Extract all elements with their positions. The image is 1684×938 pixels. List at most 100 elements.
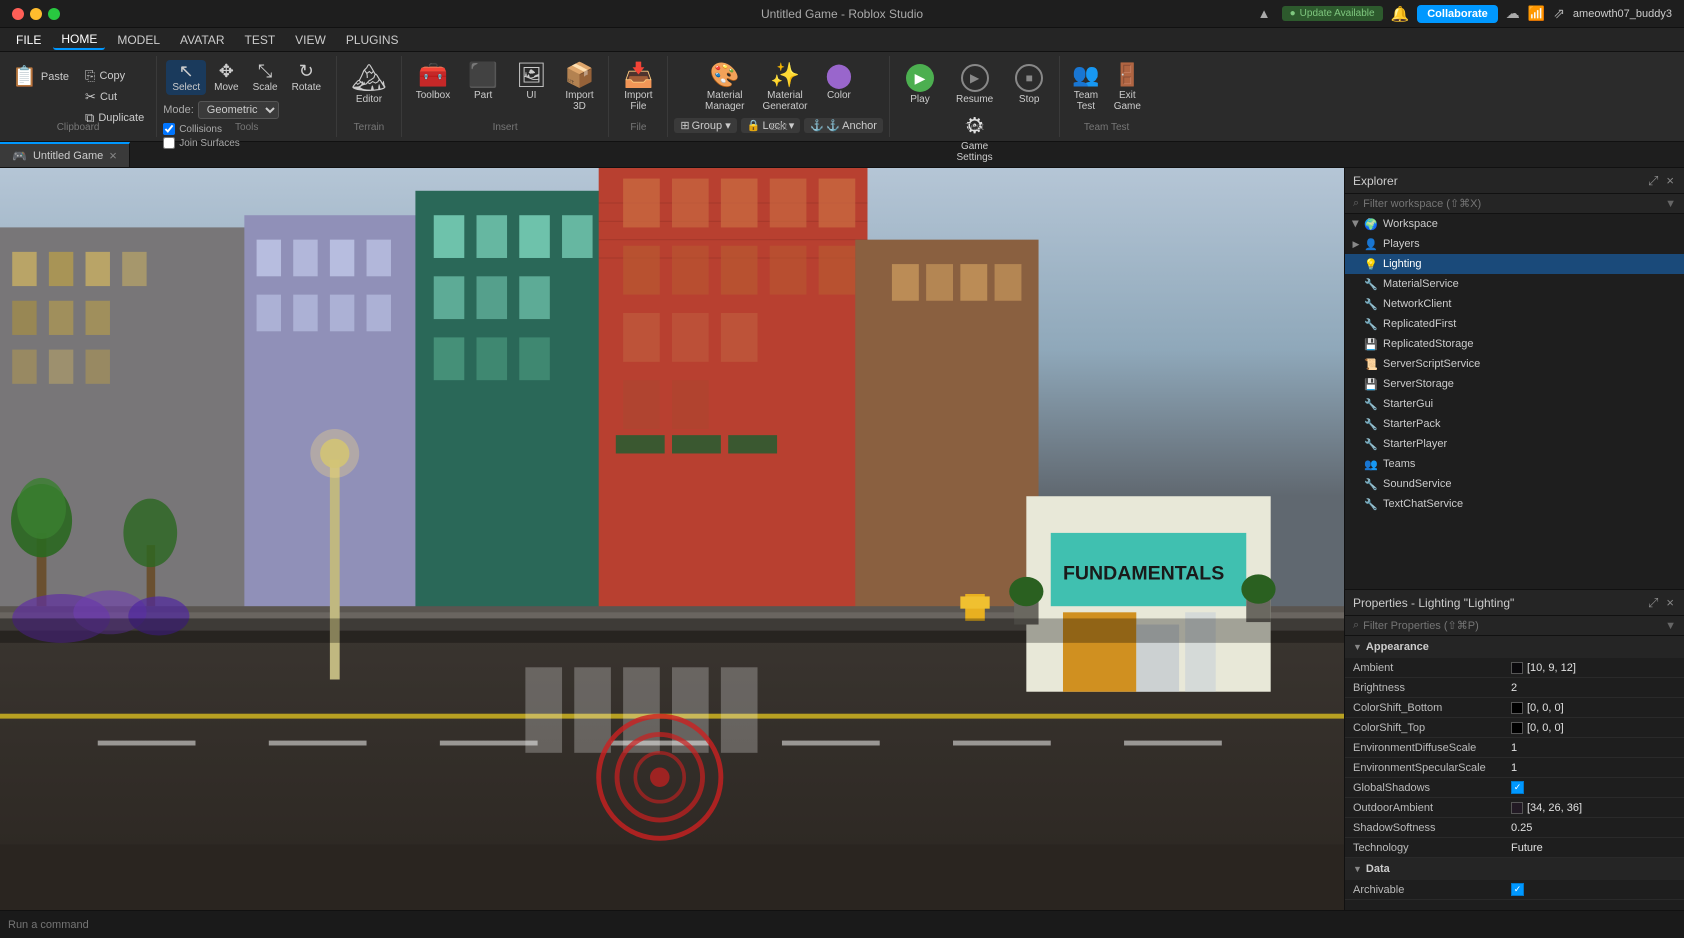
editor-button[interactable]: 🏔 Editor	[343, 60, 395, 109]
prop-filter-dropdown-icon[interactable]: ▼	[1665, 620, 1676, 632]
copy-button[interactable]: ⎘ Copy	[79, 66, 150, 86]
prop-value[interactable]: [34, 26, 36]	[1505, 802, 1684, 814]
cloud-icon[interactable]: ☁	[1506, 5, 1520, 22]
fullscreen-button[interactable]	[48, 8, 60, 20]
prop-section-data[interactable]: ▼Data	[1345, 858, 1684, 880]
viewport[interactable]: FUNDAMENTALS	[0, 168, 1344, 910]
tab-close-icon[interactable]: ×	[109, 149, 117, 162]
menu-home[interactable]: HOME	[53, 30, 105, 50]
tree-item-materialservice[interactable]: ▶🔧MaterialService	[1345, 274, 1684, 294]
close-button[interactable]	[12, 8, 24, 20]
prop-row-shadowsoftness[interactable]: ShadowSoftness0.25	[1345, 818, 1684, 838]
ui-button[interactable]: 🖼 UI	[508, 60, 554, 105]
explorer-close-icon[interactable]: ×	[1664, 171, 1676, 191]
signal-icon[interactable]: 📶	[1528, 5, 1545, 22]
prop-row-environmentspecularscale[interactable]: EnvironmentSpecularScale1	[1345, 758, 1684, 778]
exit-game-button[interactable]: 🚪 ExitGame	[1108, 60, 1147, 114]
collisions-row: Collisions	[163, 123, 279, 135]
prop-row-colorshift-bottom[interactable]: ColorShift_Bottom[0, 0, 0]	[1345, 698, 1684, 718]
notification-bell-icon[interactable]: 🔔	[1391, 5, 1410, 23]
color-button[interactable]: ⬤ Color	[817, 60, 860, 105]
anchor-icon: ⚓	[810, 119, 824, 132]
properties-filter-input[interactable]	[1363, 620, 1661, 632]
scale-button[interactable]: ⤡ Scale	[247, 60, 284, 95]
anchor-button[interactable]: ⚓ ⚓ Anchor	[804, 118, 883, 133]
select-button[interactable]: ↖ Select	[166, 60, 206, 95]
prop-value[interactable]: [0, 0, 0]	[1505, 702, 1684, 714]
properties-expand-icon[interactable]: ⤢	[1646, 593, 1660, 613]
tree-arrow[interactable]: ▶	[1349, 217, 1363, 231]
exit-game-icon: 🚪	[1114, 62, 1141, 88]
properties-table: ▼AppearanceAmbient[10, 9, 12]Brightness2…	[1345, 636, 1684, 910]
prop-checkbox[interactable]: ✓	[1511, 781, 1524, 794]
toolbox-button[interactable]: 🧰 Toolbox	[408, 60, 458, 105]
prop-row-outdoorambient[interactable]: OutdoorAmbient[34, 26, 36]	[1345, 798, 1684, 818]
prop-value[interactable]: ✓	[1505, 781, 1684, 794]
prop-row-brightness[interactable]: Brightness2	[1345, 678, 1684, 698]
command-input[interactable]	[8, 919, 1676, 931]
tree-item-serverscriptservice[interactable]: ▶📜ServerScriptService	[1345, 354, 1684, 374]
tree-item-teams[interactable]: ▶👥Teams	[1345, 454, 1684, 474]
prop-row-globalshadows[interactable]: GlobalShadows✓	[1345, 778, 1684, 798]
tree-item-replicatedfirst[interactable]: ▶🔧ReplicatedFirst	[1345, 314, 1684, 334]
collisions-checkbox[interactable]	[163, 123, 175, 135]
tree-item-starterpack[interactable]: ▶🔧StarterPack	[1345, 414, 1684, 434]
tree-arrow[interactable]: ▶	[1349, 237, 1363, 251]
prop-row-ambient[interactable]: Ambient[10, 9, 12]	[1345, 658, 1684, 678]
move-button[interactable]: ✥ Move	[208, 60, 244, 95]
prop-row-archivable[interactable]: Archivable✓	[1345, 880, 1684, 900]
explorer-filter-input[interactable]	[1363, 198, 1661, 210]
mode-dropdown[interactable]: Geometric	[198, 101, 279, 119]
prop-row-environmentdiffusescale[interactable]: EnvironmentDiffuseScale1	[1345, 738, 1684, 758]
tab-untitled-game[interactable]: 🎮 Untitled Game ×	[0, 142, 130, 167]
tree-item-lighting[interactable]: ▶💡Lighting	[1345, 254, 1684, 274]
team-test-button[interactable]: 👥 TeamTest	[1066, 60, 1105, 114]
material-generator-button[interactable]: ✨ MaterialGenerator	[754, 60, 815, 116]
tree-item-workspace[interactable]: ▶🌍Workspace	[1345, 214, 1684, 234]
rotate-button[interactable]: ↻ Rotate	[286, 60, 327, 95]
stop-button[interactable]: ■ Stop	[1005, 60, 1053, 109]
ui-icon: 🖼	[516, 64, 546, 88]
menu-model[interactable]: MODEL	[109, 31, 168, 49]
tree-item-serverstorage[interactable]: ▶💾ServerStorage	[1345, 374, 1684, 394]
cut-button[interactable]: ✂ Cut	[79, 87, 150, 107]
tree-item-replicatedstorage[interactable]: ▶💾ReplicatedStorage	[1345, 334, 1684, 354]
import-3d-button[interactable]: 📦 Import3D	[557, 60, 603, 116]
group-icon: ⊞	[680, 119, 689, 132]
update-badge[interactable]: ● Update Available	[1282, 6, 1383, 21]
game-settings-button[interactable]: ⚙ GameSettings	[951, 111, 999, 165]
prop-section-appearance[interactable]: ▼Appearance	[1345, 636, 1684, 658]
paste-button[interactable]: 📋 Paste	[6, 62, 75, 91]
prop-value[interactable]: ✓	[1505, 883, 1684, 896]
menu-test[interactable]: TEST	[236, 31, 283, 49]
import-file-button[interactable]: 📥 ImportFile	[615, 60, 661, 116]
prop-value[interactable]: [0, 0, 0]	[1505, 722, 1684, 734]
group-dropdown-button[interactable]: ⊞ Group ▾	[674, 118, 736, 133]
share-icon[interactable]: ⇗	[1553, 5, 1565, 22]
material-manager-button[interactable]: 🎨 MaterialManager	[697, 60, 752, 116]
tree-item-players[interactable]: ▶👤Players	[1345, 234, 1684, 254]
join-surfaces-checkbox[interactable]	[163, 137, 175, 149]
collaborate-button[interactable]: Collaborate	[1417, 5, 1498, 23]
tree-item-startergui[interactable]: ▶🔧StarterGui	[1345, 394, 1684, 414]
prop-value[interactable]: [10, 9, 12]	[1505, 662, 1684, 674]
properties-close-icon[interactable]: ×	[1664, 593, 1676, 613]
prop-row-colorshift-top[interactable]: ColorShift_Top[0, 0, 0]	[1345, 718, 1684, 738]
menu-file[interactable]: FILE	[8, 31, 49, 49]
menu-avatar[interactable]: AVATAR	[172, 31, 232, 49]
tree-item-networkclient[interactable]: ▶🔧NetworkClient	[1345, 294, 1684, 314]
resume-button[interactable]: ▶ Resume	[946, 60, 1003, 109]
menu-plugins[interactable]: PLUGINS	[338, 31, 407, 49]
tree-item-textchatservice[interactable]: ▶🔧TextChatService	[1345, 494, 1684, 514]
tree-item-label: ServerStorage	[1383, 378, 1680, 390]
explorer-expand-icon[interactable]: ⤢	[1646, 171, 1660, 191]
minimize-button[interactable]	[30, 8, 42, 20]
prop-checkbox[interactable]: ✓	[1511, 883, 1524, 896]
explorer-filter-icon[interactable]: ▼	[1665, 198, 1676, 210]
tree-item-soundservice[interactable]: ▶🔧SoundService	[1345, 474, 1684, 494]
tree-item-starterplayer[interactable]: ▶🔧StarterPlayer	[1345, 434, 1684, 454]
prop-row-technology[interactable]: TechnologyFuture	[1345, 838, 1684, 858]
play-button[interactable]: ▶ Play	[896, 60, 944, 109]
part-button[interactable]: ⬛ Part	[460, 60, 506, 105]
menu-view[interactable]: VIEW	[287, 31, 334, 49]
